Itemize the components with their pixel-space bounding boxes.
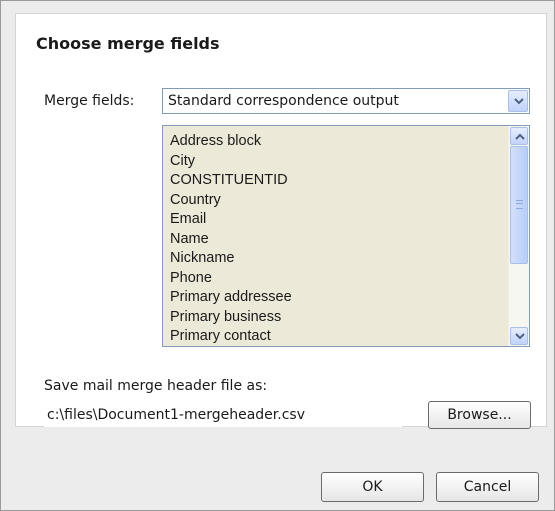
merge-fields-list[interactable]: Address block City CONSTITUENTID Country Ema… (162, 125, 530, 347)
list-item[interactable]: Phone (170, 269, 292, 289)
browse-button[interactable]: Browse... (428, 401, 531, 429)
list-item[interactable]: Email (170, 210, 292, 230)
scroll-down-button[interactable] (510, 327, 528, 345)
content-panel: Choose merge fields Merge fields: Standa… (15, 13, 547, 429)
dropdown-button[interactable] (508, 90, 528, 112)
list-item[interactable]: City (170, 152, 292, 172)
save-path-value: c:\files\Document1-mergeheader.csv (47, 407, 305, 423)
chevron-up-icon (515, 133, 525, 140)
dialog-title: Choose merge fields (36, 34, 220, 53)
chevron-down-icon (514, 98, 524, 105)
scroll-up-button[interactable] (510, 127, 528, 145)
merge-fields-dropdown[interactable]: Standard correspondence output (162, 88, 530, 114)
merge-fields-label: Merge fields: (44, 93, 135, 109)
list-item[interactable]: Primary business (170, 308, 292, 328)
fields-list-items: Address block City CONSTITUENTID Country Ema… (170, 132, 292, 346)
list-item[interactable]: Nickname (170, 249, 292, 269)
merge-fields-dialog: Choose merge fields Merge fields: Standa… (0, 0, 555, 511)
save-header-label: Save mail merge header file as: (44, 378, 268, 394)
ok-button[interactable]: OK (321, 472, 424, 502)
list-item[interactable]: Primary contact (170, 327, 292, 346)
list-item[interactable]: Country (170, 191, 292, 211)
grip-icon (516, 200, 523, 209)
list-scrollbar[interactable] (508, 126, 529, 346)
scrollbar-thumb[interactable] (510, 146, 528, 264)
list-item[interactable]: Name (170, 230, 292, 250)
list-item[interactable]: Primary addressee (170, 288, 292, 308)
save-path-input[interactable]: c:\files\Document1-mergeheader.csv (44, 403, 402, 427)
list-item[interactable]: CONSTITUENTID (170, 171, 292, 191)
list-item[interactable]: Address block (170, 132, 292, 152)
chevron-down-icon (515, 333, 525, 340)
cancel-button[interactable]: Cancel (436, 472, 539, 502)
merge-fields-selected-value: Standard correspondence output (168, 93, 399, 109)
